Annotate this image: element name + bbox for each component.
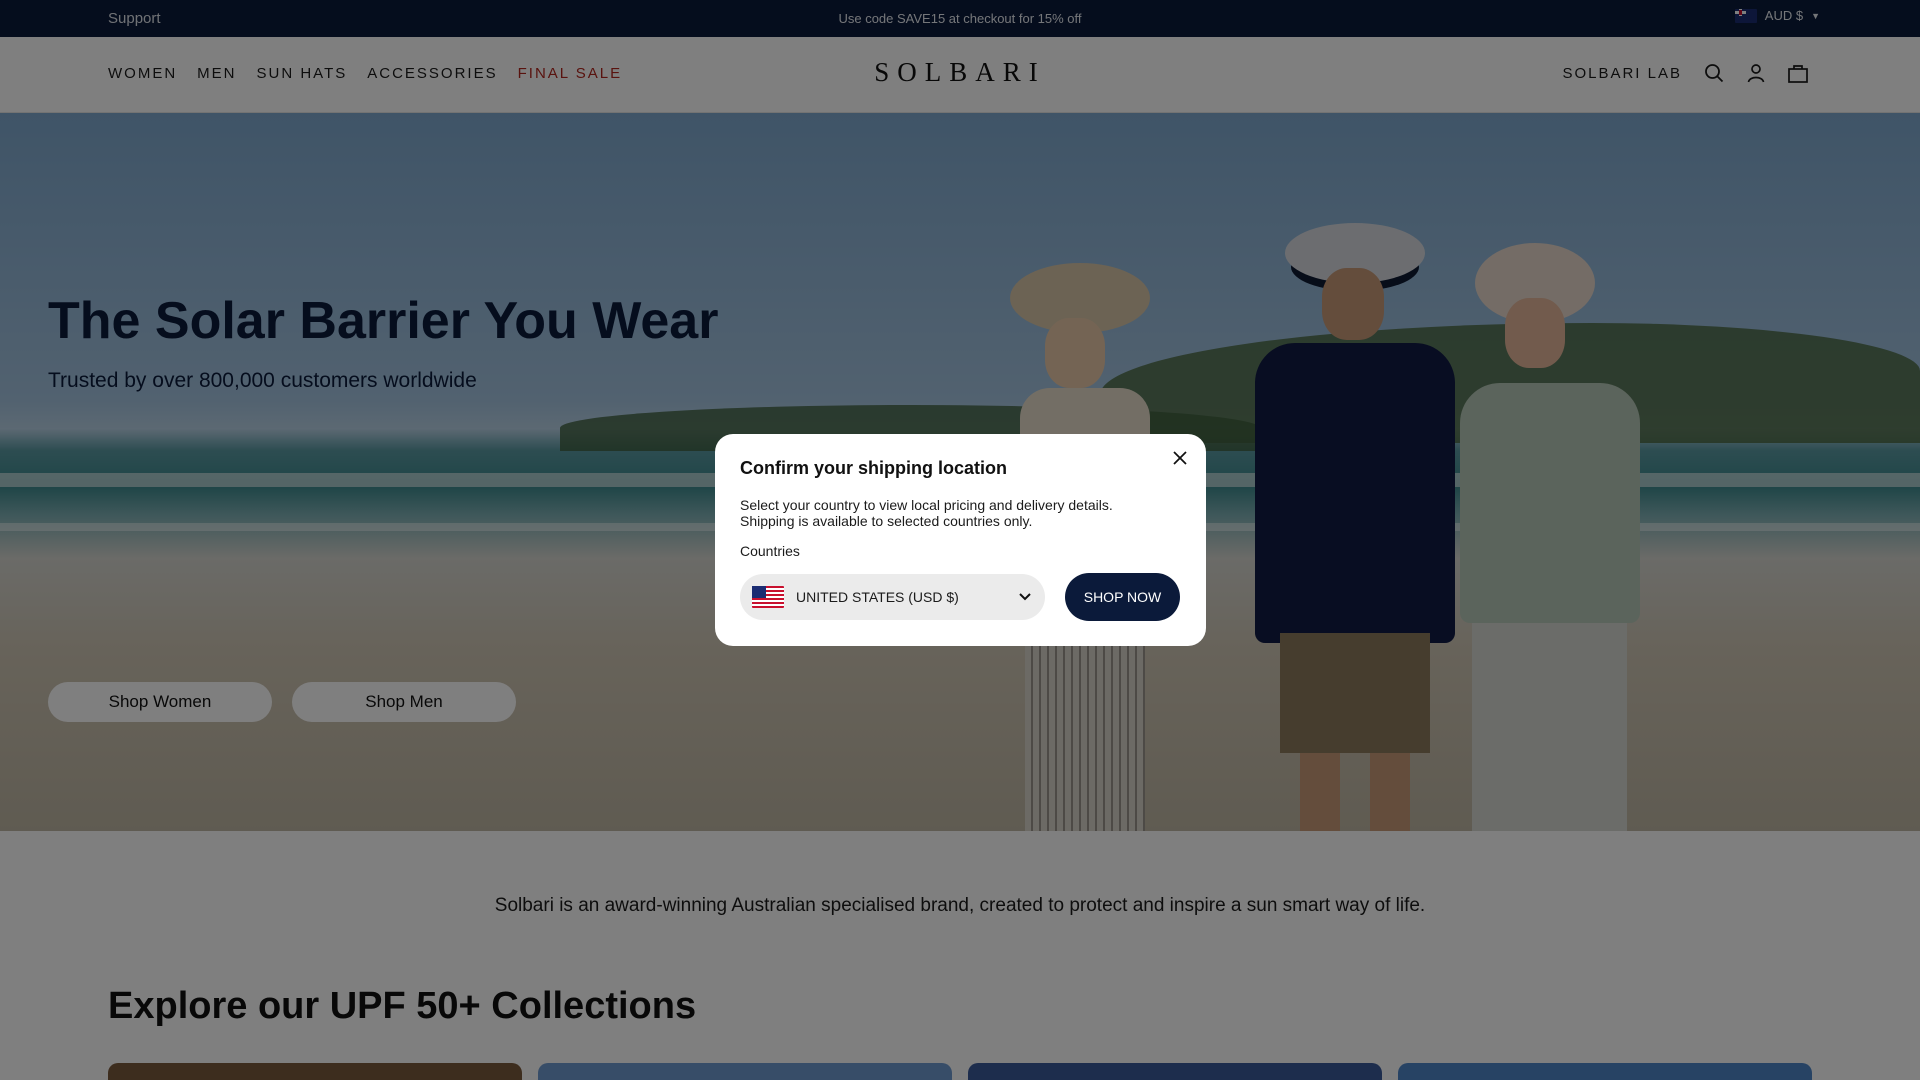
flag-us-icon [752, 586, 784, 608]
modal-title: Confirm your shipping location [740, 458, 1007, 478]
close-icon[interactable] [1168, 446, 1192, 470]
modal-description: Select your country to view local pricin… [740, 497, 1160, 529]
shop-now-button[interactable]: SHOP NOW [1065, 573, 1180, 621]
modal-desc-line-1: Select your country to view local pricin… [740, 497, 1113, 513]
country-select-value: UNITED STATES (USD $) [796, 589, 959, 605]
modal-desc-line-2: Shipping is available to selected countr… [740, 513, 1033, 529]
country-select[interactable]: UNITED STATES (USD $) [740, 574, 1045, 620]
countries-label: Countries [740, 543, 800, 559]
shipping-location-modal: Confirm your shipping location Select yo… [715, 434, 1206, 646]
chevron-down-icon [1017, 588, 1033, 609]
